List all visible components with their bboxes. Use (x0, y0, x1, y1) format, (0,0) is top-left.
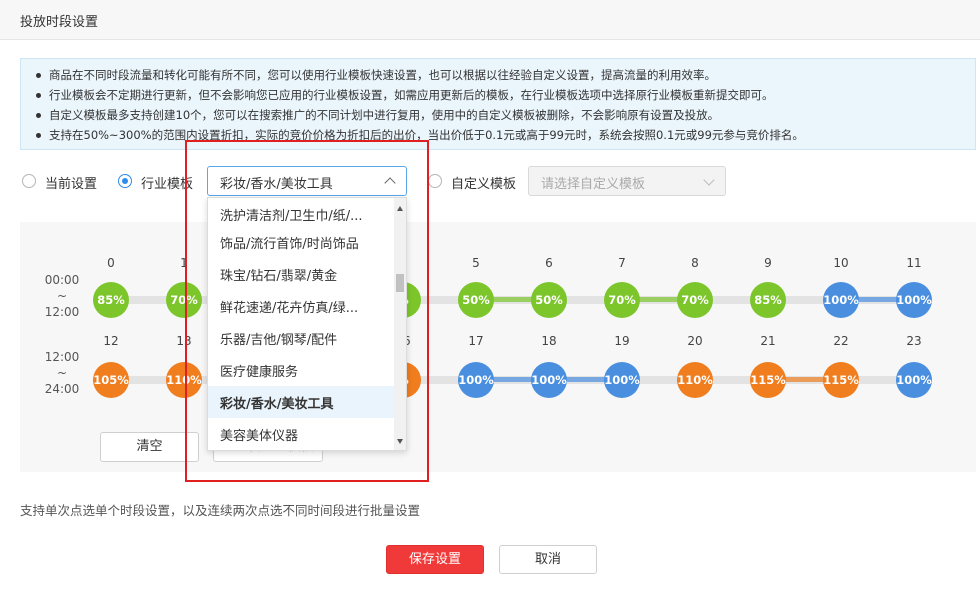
cancel-button[interactable]: 取消 (499, 545, 597, 574)
radio-custom-template-label[interactable]: 自定义模板 (451, 173, 516, 192)
time-slot-bubble[interactable]: 100% (604, 362, 640, 398)
time-slot-bubble[interactable]: 115% (823, 362, 859, 398)
hour-label: 12 (103, 334, 119, 348)
range-sep: ~ (56, 289, 68, 303)
notice-item: 自定义模板最多支持创建10个，您可以在搜索推广的不同计划中进行复用，使用中的自定… (33, 105, 975, 125)
time-slot-bubble[interactable]: 100% (896, 282, 932, 318)
row-range-label-pm: 12:00 ~ 24:00 (42, 349, 82, 397)
time-slot-bubble[interactable]: 115% (750, 362, 786, 398)
time-slot-bubble[interactable]: 50% (458, 282, 494, 318)
time-slot-bubble[interactable]: 85% (750, 282, 786, 318)
dropdown-option[interactable]: 饰品/流行首饰/时尚饰品 (208, 226, 396, 258)
hour-label: 1 (180, 256, 188, 270)
hour-label: 22 (833, 334, 849, 348)
scroll-down-arrow-icon[interactable] (397, 439, 403, 444)
dialog-title: 投放时段设置 (20, 15, 99, 30)
hour-label: 8 (691, 256, 699, 270)
hour-label: 6 (545, 256, 553, 270)
dropdown-option[interactable]: 医疗健康服务 (208, 354, 396, 386)
time-slot-bubble[interactable]: 70% (677, 282, 713, 318)
time-slot-bubble[interactable]: 70% (604, 282, 640, 318)
dropdown-option[interactable]: 乐器/吉他/钢琴/配件 (208, 322, 396, 354)
radio-custom-template[interactable] (428, 174, 442, 188)
hour-label: 11 (906, 256, 922, 270)
notice-item: 行业模板会不定期进行更新，但不会影响您已应用的行业模板设置，如需应用更新后的模板… (33, 85, 975, 105)
notice-item: 商品在不同时段流量和转化可能有所不同，您可以使用行业模板快速设置，也可以根据以往… (33, 65, 975, 85)
time-slot-bubble[interactable]: 110% (166, 362, 202, 398)
dropdown-option[interactable]: 美容美体仪器 (208, 418, 396, 450)
radio-industry-template-label[interactable]: 行业模板 (141, 173, 193, 192)
custom-template-select-placeholder: 请选择自定义模板 (541, 177, 646, 192)
time-slot-bubble[interactable]: 100% (531, 362, 567, 398)
row-range-label-am: 00:00 ~ 12:00 (42, 272, 82, 320)
time-slot-bubble[interactable]: 100% (896, 362, 932, 398)
time-slot-bubble[interactable]: 85% (93, 282, 129, 318)
radio-current-setting-label[interactable]: 当前设置 (45, 173, 97, 192)
notice-list: 商品在不同时段流量和转化可能有所不同，您可以使用行业模板快速设置，也可以根据以往… (33, 65, 975, 145)
hour-label: 5 (472, 256, 480, 270)
hour-label: 0 (107, 256, 115, 270)
industry-template-select[interactable]: 彩妆/香水/美妆工具 (207, 166, 407, 196)
scroll-up-arrow-icon[interactable] (397, 206, 403, 211)
clear-button[interactable]: 清空 (100, 432, 199, 462)
dropdown-scrollbar[interactable] (394, 198, 406, 450)
range-sep: ~ (56, 366, 68, 380)
hour-label: 9 (764, 256, 772, 270)
time-slot-bubble[interactable]: 70% (166, 282, 202, 318)
hour-label: 23 (906, 334, 922, 348)
time-slot-bubble[interactable]: 50% (531, 282, 567, 318)
hour-label: 10 (833, 256, 849, 270)
dropdown-option[interactable]: 珠宝/钻石/翡翠/黄金 (208, 258, 396, 290)
range-end: 12:00 (44, 305, 80, 319)
radio-industry-template[interactable] (118, 174, 132, 188)
time-slot-bubble[interactable]: 100% (458, 362, 494, 398)
industry-template-select-value: 彩妆/香水/美妆工具 (220, 177, 333, 192)
range-start: 12:00 (44, 350, 80, 364)
hour-label: 7 (618, 256, 626, 270)
notice-box: 商品在不同时段流量和转化可能有所不同，您可以使用行业模板快速设置，也可以根据以往… (20, 58, 976, 150)
dropdown-option-selected[interactable]: 彩妆/香水/美妆工具 (208, 386, 396, 418)
save-settings-button[interactable]: 保存设置 (386, 545, 484, 574)
industry-template-dropdown[interactable]: 洗护清洁剂/卫生巾/纸/... 饰品/流行首饰/时尚饰品 珠宝/钻石/翡翠/黄金… (207, 197, 407, 451)
scroll-thumb[interactable] (396, 274, 404, 292)
schedule-grid: 00:00 ~ 12:00 12:00 ~ 24:00 清空 存为自定义模板 0… (20, 222, 976, 472)
notice-item: 支持在50%~300%的范围内设置折扣，实际的竞价价格为折扣后的出价，当出价低于… (33, 125, 975, 145)
range-end: 24:00 (44, 382, 80, 396)
radio-current-setting[interactable] (22, 174, 36, 188)
range-start: 00:00 (44, 273, 80, 287)
time-slot-bubble[interactable]: 100% (823, 282, 859, 318)
dropdown-option[interactable]: 鲜花速递/花卉仿真/绿... (208, 290, 396, 322)
hour-label: 21 (760, 334, 776, 348)
dialog-header: 投放时段设置 (0, 0, 980, 40)
custom-template-select[interactable]: 请选择自定义模板 (528, 166, 726, 196)
chevron-down-icon (703, 174, 715, 186)
batch-setting-hint: 支持单次点选单个时段设置，以及连续两次点选不同时间段进行批量设置 (20, 503, 421, 518)
hour-label: 19 (614, 334, 630, 348)
hour-label: 17 (468, 334, 484, 348)
hour-label: 18 (541, 334, 557, 348)
hour-label: 13 (176, 334, 192, 348)
chevron-up-icon (384, 177, 396, 189)
time-slot-bubble[interactable]: 110% (677, 362, 713, 398)
time-slot-bubble[interactable]: 105% (93, 362, 129, 398)
hour-label: 20 (687, 334, 703, 348)
